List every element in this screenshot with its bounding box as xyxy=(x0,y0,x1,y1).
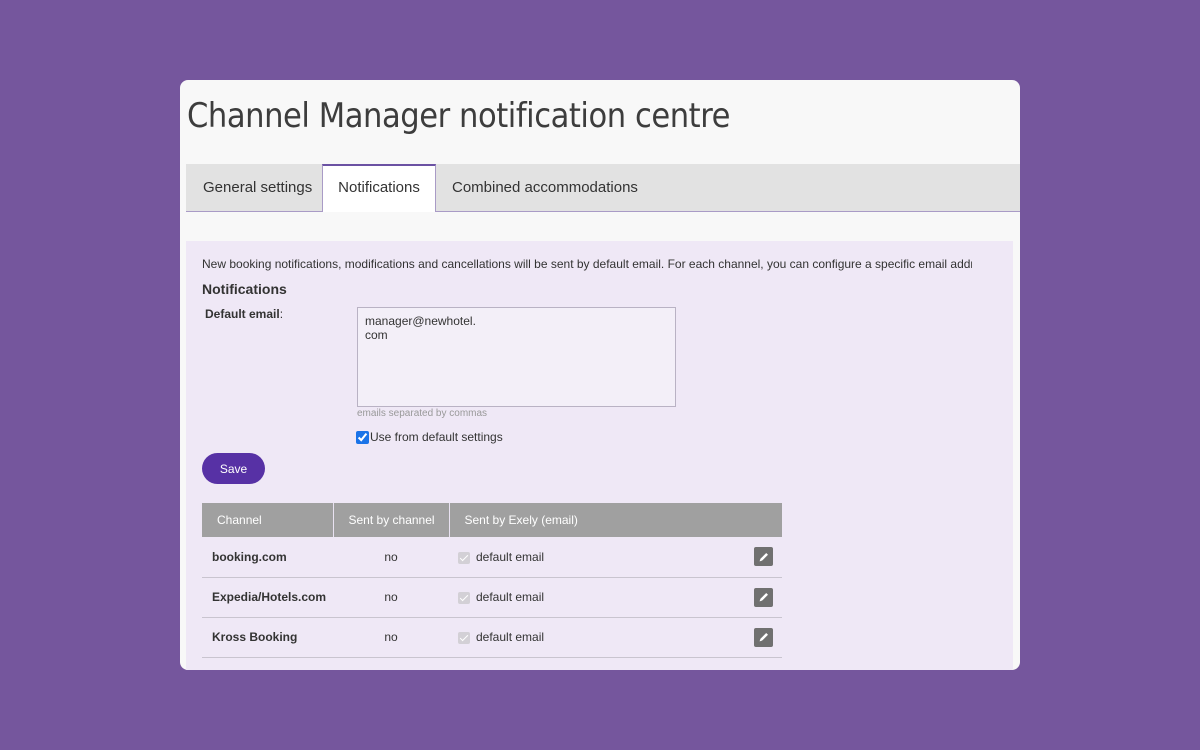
exely-cell: default email xyxy=(449,537,782,578)
table-row: Kross Booking no default email xyxy=(202,617,782,658)
channel-name: Expedia/Hotels.com xyxy=(202,577,333,618)
exely-cell: default email xyxy=(449,617,782,658)
save-button[interactable]: Save xyxy=(202,453,265,484)
tab-bar: General settings Notifications Combined … xyxy=(186,164,1020,212)
exely-value: default email xyxy=(476,590,545,604)
table-header-row: Channel Sent by channel Sent by Exely (e… xyxy=(202,503,782,537)
use-default-checkbox[interactable] xyxy=(356,430,369,444)
sent-by-channel-value: no xyxy=(333,577,449,618)
page-title: Channel Manager notification centre xyxy=(187,96,731,136)
notifications-panel: New booking notifications, modifications… xyxy=(186,241,1013,670)
use-default-checkbox-row[interactable]: Use from default settings xyxy=(356,430,503,444)
exely-value: default email xyxy=(476,549,545,564)
channels-table: Channel Sent by channel Sent by Exely (e… xyxy=(202,503,782,658)
tab-notifications[interactable]: Notifications xyxy=(322,164,436,212)
default-email-field[interactable]: manager@newhotel. com xyxy=(357,307,676,407)
pencil-icon xyxy=(759,593,768,602)
default-email-label-colon: : xyxy=(279,307,284,321)
column-header-channel: Channel xyxy=(202,503,334,537)
tab-combined-accommodations[interactable]: Combined accommodations xyxy=(452,164,638,211)
channel-name: booking.com xyxy=(202,537,333,578)
pencil-icon xyxy=(759,633,768,642)
info-text: New booking notifications, modifications… xyxy=(202,257,972,271)
check-icon xyxy=(458,631,470,644)
edit-button[interactable] xyxy=(754,587,773,607)
check-icon xyxy=(458,591,470,604)
column-header-sent-by-exely: Sent by Exely (email) xyxy=(449,503,782,537)
sent-by-channel-value: no xyxy=(333,617,449,658)
use-default-label: Use from default settings xyxy=(370,430,503,444)
channel-name: Kross Booking xyxy=(202,617,333,658)
notification-centre-card: Channel Manager notification centre Gene… xyxy=(180,80,1020,670)
section-title: Notifications xyxy=(202,281,287,297)
email-hint: emails separated by commas xyxy=(357,408,488,419)
exely-cell: default email xyxy=(449,577,782,618)
column-header-sent-by-channel: Sent by channel xyxy=(333,503,450,537)
sent-by-channel-value: no xyxy=(333,537,449,578)
table-row: booking.com no default email xyxy=(202,537,782,578)
edit-button[interactable] xyxy=(754,627,773,647)
tab-general-settings[interactable]: General settings xyxy=(203,164,312,211)
table-row: Expedia/Hotels.com no default email xyxy=(202,577,782,618)
check-icon xyxy=(458,551,470,564)
pencil-icon xyxy=(759,552,768,561)
default-email-label: Default email: xyxy=(205,307,283,321)
default-email-label-text: Default email xyxy=(205,307,280,321)
edit-button[interactable] xyxy=(754,547,773,566)
exely-value: default email xyxy=(476,630,545,644)
